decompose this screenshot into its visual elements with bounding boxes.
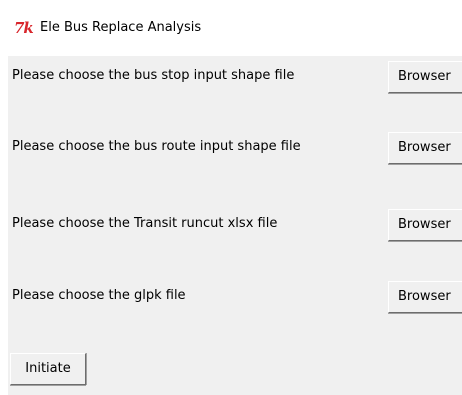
runcut-file-label: Please choose the Transit runcut xlsx fi… bbox=[12, 216, 278, 231]
bus-route-file-label: Please choose the bus route input shape … bbox=[12, 139, 301, 154]
glpk-file-label: Please choose the glpk file bbox=[12, 288, 186, 303]
main-panel: Please choose the bus stop input shape f… bbox=[8, 56, 462, 395]
title-bar[interactable]: 7k Ele Bus Replace Analysis bbox=[0, 0, 462, 56]
bus-route-browse-button[interactable]: Browser bbox=[388, 132, 462, 164]
bus-stop-file-label: Please choose the bus stop input shape f… bbox=[12, 68, 295, 83]
initiate-button[interactable]: Initiate bbox=[10, 353, 86, 385]
bus-stop-browse-button[interactable]: Browser bbox=[388, 61, 462, 93]
glpk-browse-button[interactable]: Browser bbox=[388, 281, 462, 313]
tk-feather-icon: 7k bbox=[14, 19, 34, 37]
window-title: Ele Bus Replace Analysis bbox=[40, 20, 202, 35]
runcut-browse-button[interactable]: Browser bbox=[388, 209, 462, 241]
app-window: 7k Ele Bus Replace Analysis Please choos… bbox=[0, 0, 462, 395]
